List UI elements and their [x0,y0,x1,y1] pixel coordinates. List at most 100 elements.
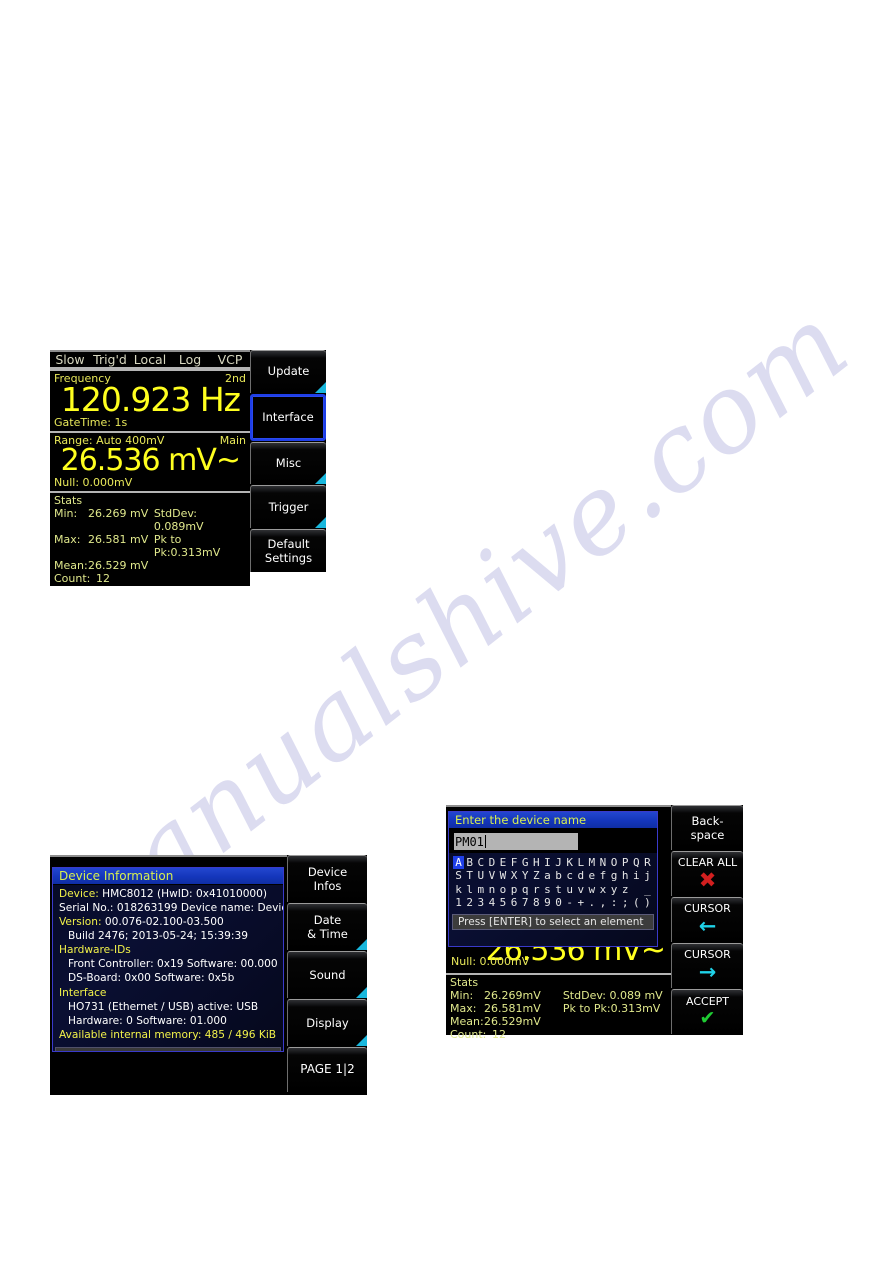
charmap-cell[interactable]: K [564,856,575,869]
softkey-display-label: Display [306,1015,349,1030]
charmap-cell[interactable]: X [509,869,520,882]
charmap-cell[interactable]: 5 [497,896,508,909]
charmap-cell[interactable]: I [542,856,553,869]
charmap-cell[interactable]: ( [631,896,642,909]
charmap-cell[interactable]: m [475,883,486,896]
charmap-cell[interactable]: G [520,856,531,869]
charmap-cell[interactable]: ) [642,896,653,909]
stats-max-value: 26.581 mV [88,533,149,546]
charmap-cell[interactable]: i [631,869,642,882]
charmap-cell[interactable]: 0 [553,896,564,909]
charmap-cell[interactable]: f [597,869,608,882]
charmap-cell[interactable]: l [464,883,475,896]
charmap-cell[interactable]: 2 [464,896,475,909]
charmap-cell[interactable]: 7 [520,896,531,909]
charmap-cell[interactable]: p [509,883,520,896]
charmap-cell[interactable] [631,883,642,896]
info-value: HO731 (Ethernet / USB) active: USB [68,1000,259,1013]
charmap-cell[interactable]: y [609,883,620,896]
submenu-triangle-icon [315,517,326,529]
charmap-cell[interactable]: c [564,869,575,882]
charmap-cell[interactable]: n [486,883,497,896]
charmap-cell[interactable]: 9 [542,896,553,909]
charmap-cell[interactable]: H [531,856,542,869]
charmap-cell[interactable]: V [486,869,497,882]
softkey-misc[interactable]: Misc [250,441,326,485]
charmap-cell[interactable]: o [497,883,508,896]
charmap-cell[interactable]: z [620,883,631,896]
charmap-cell[interactable]: T [464,869,475,882]
charmap-cell[interactable]: 8 [531,896,542,909]
charmap-cell[interactable]: O [609,856,620,869]
charmap-cell[interactable]: , [597,896,608,909]
charmap-cell[interactable]: . [586,896,597,909]
charmap-cell[interactable]: u [564,883,575,896]
softkey-sound[interactable]: Sound [287,951,367,998]
dialog-title: Enter the device name [449,812,657,829]
charmap-cell[interactable]: x [597,883,608,896]
softkey-update[interactable]: Update [250,350,326,393]
charmap-cell[interactable]: Z [531,869,542,882]
charmap-cell[interactable]: g [609,869,620,882]
charmap-cell[interactable]: _ [642,883,653,896]
charmap-cell[interactable]: v [575,883,586,896]
softkey-trigger[interactable]: Trigger [250,485,326,529]
softkey-accept[interactable]: ACCEPT ✔ [671,989,743,1034]
device-name-input[interactable]: PM01 [454,833,578,850]
softkey-cursor-right[interactable]: CURSOR → [671,943,743,988]
charmap-cell[interactable]: S [453,869,464,882]
charmap-cell[interactable]: W [497,869,508,882]
charmap-cell[interactable]: 6 [509,896,520,909]
charmap-cell[interactable]: t [553,883,564,896]
info-line: HO731 (Ethernet / USB) active: USB [59,1000,279,1014]
charmap-cell[interactable]: a [542,869,553,882]
softkey-display[interactable]: Display [287,999,367,1046]
charmap-cell[interactable]: 1 [453,896,464,909]
charmap-cell[interactable]: B [464,856,475,869]
status-item-local: Local [133,352,167,367]
softkey-interface[interactable]: Interface [250,393,326,441]
charmap-cell[interactable]: Q [631,856,642,869]
charmap-cell[interactable]: 4 [486,896,497,909]
charmap-cell[interactable]: k [453,883,464,896]
charmap-cell[interactable]: L [575,856,586,869]
softkey-update-label: Update [267,364,310,379]
charmap-cell[interactable]: D [486,856,497,869]
charmap-cell[interactable]: M [586,856,597,869]
info-key: Device: [59,888,103,900]
charmap-cell[interactable]: 3 [475,896,486,909]
softkey-default-settings[interactable]: Default Settings [250,529,326,572]
charmap-cell[interactable]: E [497,856,508,869]
charmap-cell[interactable]: : [609,896,620,909]
softkey-page[interactable]: PAGE 1|2 [287,1047,367,1092]
charmap-cell[interactable]: q [520,883,531,896]
charmap-cell[interactable]: - [564,896,575,909]
charmap-cell[interactable]: J [553,856,564,869]
charmap-cell[interactable]: d [575,869,586,882]
stats-row: Max: 26.581 mV Pk to Pk:0.313mV [54,533,246,559]
charmap-cell[interactable]: N [597,856,608,869]
softkey-cursor-left[interactable]: CURSOR ← [671,897,743,942]
charmap-cell[interactable]: ; [620,896,631,909]
charmap-cell[interactable]: w [586,883,597,896]
charmap-cell[interactable]: e [586,869,597,882]
charmap-cell[interactable]: R [642,856,653,869]
charmap-cell[interactable]: U [475,869,486,882]
softkey-backspace-line1: Back- [691,813,724,828]
charmap-cell[interactable]: b [553,869,564,882]
charmap-cell[interactable]: Y [520,869,531,882]
charmap-cell[interactable]: P [620,856,631,869]
charmap-cell[interactable]: + [575,896,586,909]
charmap-cell[interactable]: F [509,856,520,869]
charmap-cell[interactable]: r [531,883,542,896]
charmap-cell[interactable]: h [620,869,631,882]
charmap-cell[interactable]: C [475,856,486,869]
charmap-cell[interactable]: s [542,883,553,896]
stats-row: Mean: 26.529 mV [54,559,246,572]
charmap-cell[interactable]: j [642,869,653,882]
softkey-date-time[interactable]: Date & Time [287,903,367,950]
softkey-clear-all[interactable]: CLEAR ALL ✖ [671,851,743,896]
charmap-cell[interactable]: A [453,856,465,870]
softkey-device-infos[interactable]: Device Infos [287,855,367,902]
softkey-backspace[interactable]: Back- space [671,805,743,850]
